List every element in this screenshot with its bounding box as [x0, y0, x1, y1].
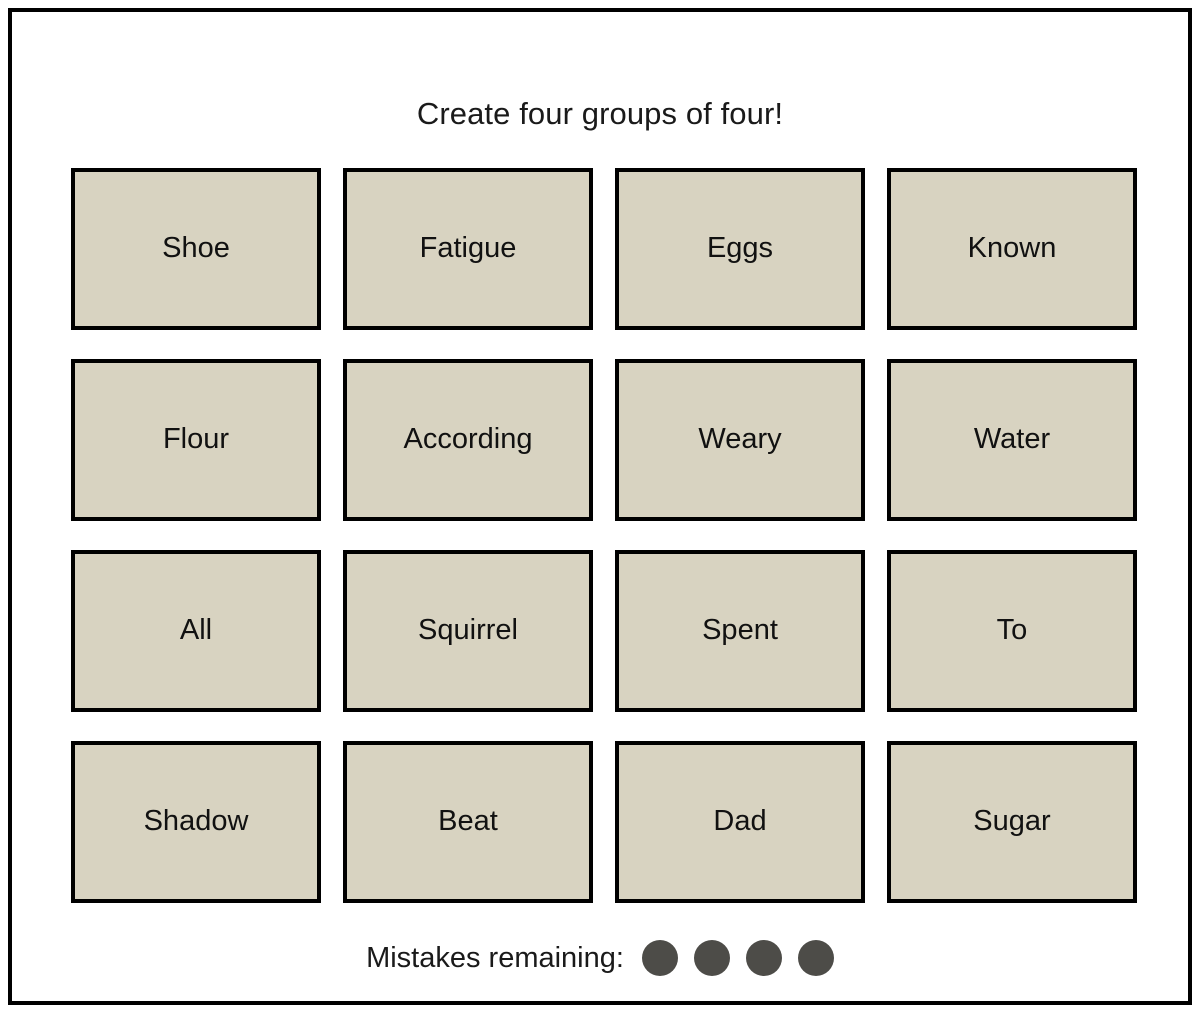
word-tile[interactable]: Dad: [615, 741, 865, 903]
page-title: Create four groups of four!: [416, 96, 784, 131]
mistake-dot-4: [797, 940, 834, 976]
word-tile[interactable]: Known: [887, 168, 1137, 330]
word-tile[interactable]: Shoe: [71, 168, 321, 330]
word-tile[interactable]: To: [887, 550, 1137, 712]
word-tile-grid: Shoe Fatigue Eggs Known Flour According Weary W…: [66, 168, 1142, 903]
mistake-dot-3: [745, 940, 782, 976]
word-tile-label: Shoe: [162, 232, 230, 265]
word-tile-label: Flour: [162, 423, 230, 456]
word-tile[interactable]: Eggs: [615, 168, 865, 330]
mistake-dots-group: [641, 940, 834, 976]
word-tile[interactable]: Water: [887, 359, 1137, 521]
word-tile-label: Fatigue: [419, 232, 517, 265]
mistake-dot-1: [641, 940, 678, 976]
word-tile-label: According: [403, 423, 533, 456]
word-tile[interactable]: Shadow: [71, 741, 321, 903]
word-tile[interactable]: Flour: [71, 359, 321, 521]
word-tile[interactable]: According: [343, 359, 593, 521]
word-tile-label: Shadow: [143, 805, 249, 838]
word-tile-label: Weary: [698, 423, 782, 456]
mistake-dot-2: [693, 940, 730, 976]
word-tile[interactable]: Spent: [615, 550, 865, 712]
word-tile[interactable]: All: [71, 550, 321, 712]
word-tile[interactable]: Fatigue: [343, 168, 593, 330]
word-tile-label: Spent: [702, 614, 778, 647]
word-tile-label: Water: [973, 423, 1051, 456]
word-tile[interactable]: Squirrel: [343, 550, 593, 712]
word-tile-label: Known: [967, 232, 1057, 265]
word-tile-label: Squirrel: [418, 614, 518, 647]
word-tile[interactable]: Weary: [615, 359, 865, 521]
word-tile-label: To: [996, 614, 1028, 647]
mistakes-remaining-label: Mistakes remaining:: [366, 941, 624, 974]
word-tile-label: All: [179, 614, 213, 647]
mistakes-remaining-bar: Mistakes remaining:: [12, 940, 1188, 976]
game-frame: Create four groups of four! Shoe Fatigue E…: [8, 8, 1192, 1005]
word-tile-label: Sugar: [973, 805, 1051, 838]
word-tile-label: Eggs: [706, 232, 774, 265]
word-tile[interactable]: Beat: [343, 741, 593, 903]
word-tile-label: Beat: [438, 805, 498, 838]
word-tile-label: Dad: [713, 805, 767, 838]
word-tile[interactable]: Sugar: [887, 741, 1137, 903]
